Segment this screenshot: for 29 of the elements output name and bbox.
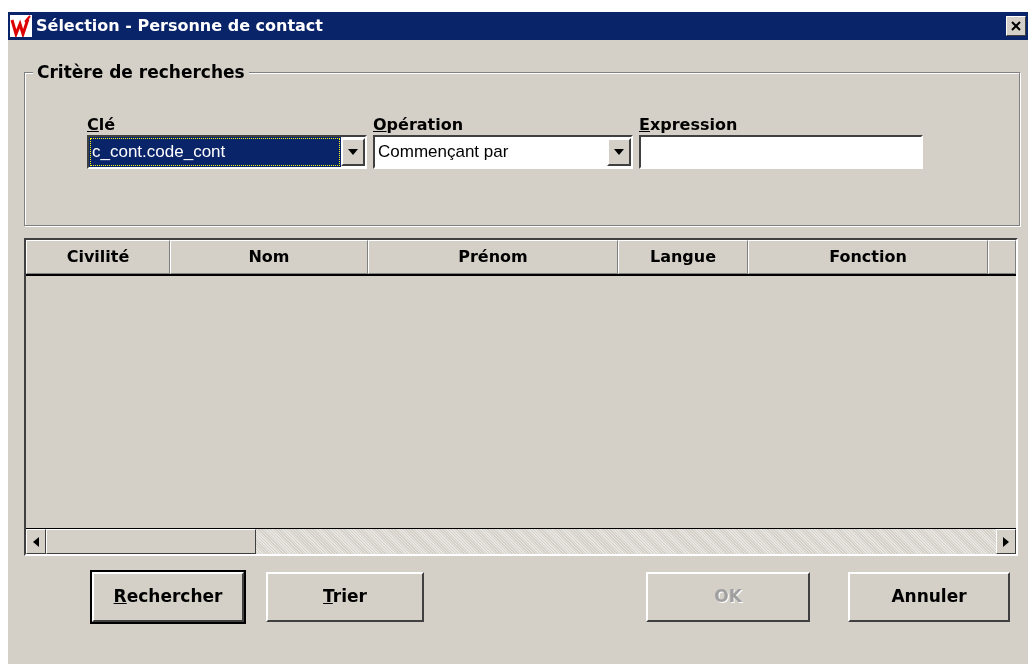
scroll-right-button[interactable] [996,529,1016,554]
field-label: Expression [639,115,738,135]
scroll-thumb[interactable] [46,529,256,554]
close-icon [1011,21,1021,31]
dropdown[interactable]: Commençant par [373,135,633,169]
scroll-left-button[interactable] [26,529,46,554]
field-label: Clé [87,115,116,135]
column-header[interactable]: Prénom [368,240,618,274]
right-arrow-icon [1003,536,1009,547]
dropdown-button[interactable] [607,138,631,166]
horizontal-scrollbar[interactable] [26,528,1016,554]
input-field[interactable] [639,135,923,169]
dropdown[interactable]: c_cont.code_cont [87,135,367,169]
caret-icon [348,149,358,155]
dialog-button[interactable]: Rechercher [92,572,244,622]
dialog-button[interactable]: Trier [266,572,424,622]
app-icon [10,15,32,37]
column-header[interactable]: Fonction [748,240,988,274]
dialog-button[interactable]: Annuler [848,572,1010,622]
caret-icon [614,149,624,155]
column-header[interactable]: Langue [618,240,748,274]
left-arrow-icon [33,536,39,547]
close-button[interactable] [1006,16,1026,36]
header-filler [988,240,1016,274]
dropdown-button[interactable] [341,138,365,166]
window-title: Sélection - Personne de contact [36,15,323,37]
field-label: Opération [373,115,464,135]
column-header[interactable]: Civilité [26,240,170,274]
column-header[interactable]: Nom [170,240,368,274]
